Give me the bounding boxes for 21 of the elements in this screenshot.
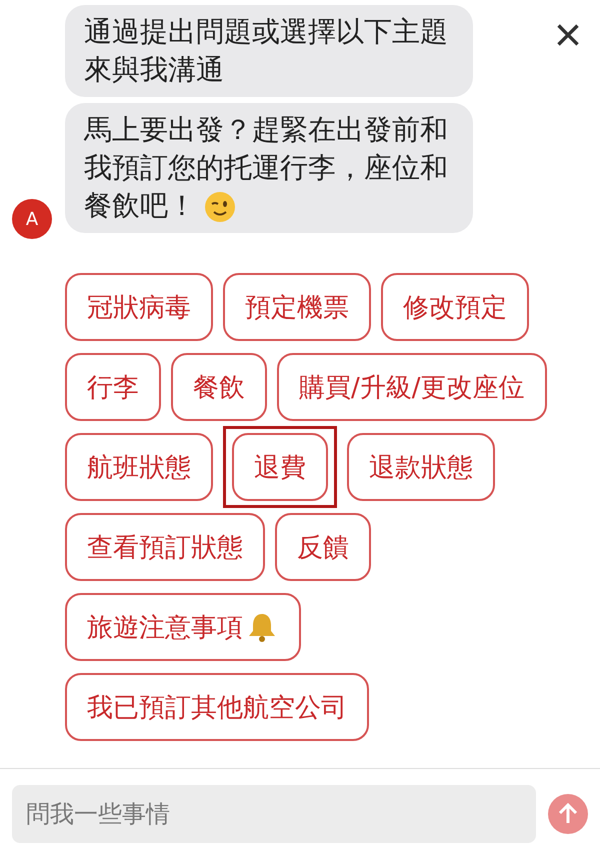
send-button[interactable] bbox=[548, 794, 588, 834]
chat-message: 通過提出問題或選擇以下主題來與我溝通 bbox=[65, 5, 473, 97]
quick-reply-button[interactable]: 航班狀態 bbox=[65, 433, 213, 501]
winking-face-icon bbox=[204, 191, 236, 224]
quick-reply-button[interactable]: 冠狀病毒 bbox=[65, 273, 213, 341]
up-arrow-icon bbox=[557, 803, 579, 825]
quick-reply-button[interactable]: 行李 bbox=[65, 353, 161, 421]
message-input[interactable]: 問我一些事情 bbox=[12, 785, 536, 843]
chat-message: 馬上要出發？趕緊在出發前和我預訂您的托運行李，座位和餐飲吧！ bbox=[65, 103, 473, 233]
close-button[interactable]: × bbox=[554, 12, 582, 60]
quick-reply-button[interactable]: 退費 bbox=[232, 433, 328, 501]
quick-reply-button[interactable]: 我已預訂其他航空公司 bbox=[65, 673, 369, 741]
quick-reply-button[interactable]: 查看預訂狀態 bbox=[65, 513, 265, 581]
quick-reply-button[interactable]: 退款狀態 bbox=[347, 433, 495, 501]
avatar: A bbox=[12, 199, 52, 239]
quick-reply-button[interactable]: 購買/升級/更改座位 bbox=[277, 353, 547, 421]
quick-reply-button[interactable]: 反饋 bbox=[275, 513, 371, 581]
quick-reply-button[interactable]: 旅遊注意事項 bbox=[65, 593, 301, 661]
quick-reply-button[interactable]: 餐飲 bbox=[171, 353, 267, 421]
quick-reply-button[interactable]: 預定機票 bbox=[223, 273, 371, 341]
quick-reply-button[interactable]: 修改預定 bbox=[381, 273, 529, 341]
